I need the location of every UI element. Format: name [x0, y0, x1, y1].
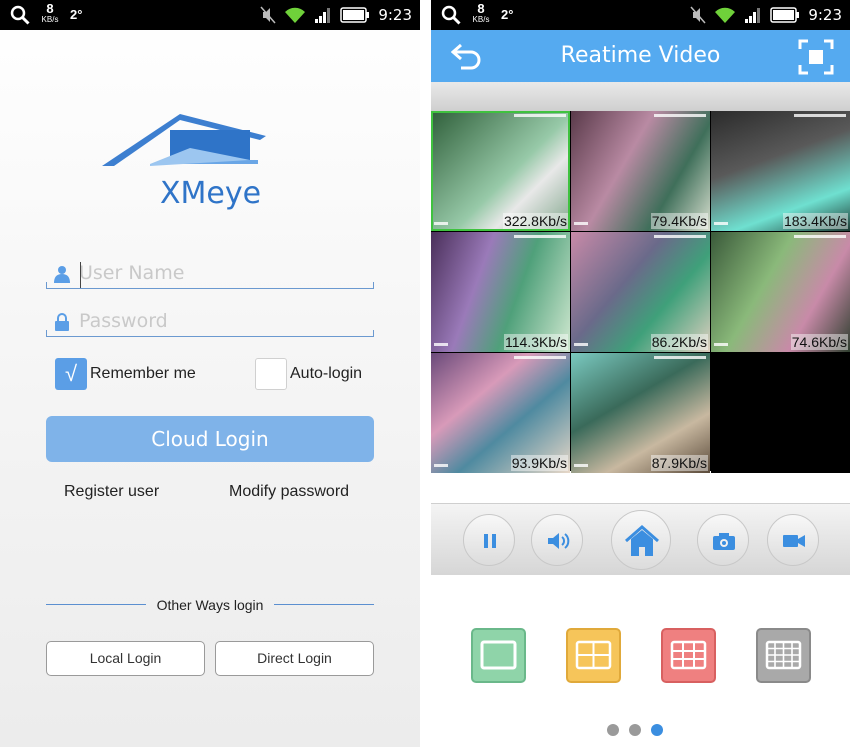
- signal-icon: [745, 8, 761, 23]
- video-channel-4[interactable]: 114.3Kb/s: [431, 232, 570, 352]
- volume-button[interactable]: [531, 514, 583, 566]
- battery-icon: [770, 7, 800, 23]
- mute-icon: [690, 6, 706, 24]
- speed-value: 8: [477, 1, 485, 16]
- quad-view-icon: [575, 640, 612, 670]
- video-channel-3[interactable]: 183.4Kb/s: [711, 111, 850, 231]
- mute-icon: [260, 6, 276, 24]
- video-channel-7[interactable]: 93.9Kb/s: [431, 353, 570, 473]
- speed-value: 8: [46, 1, 54, 16]
- page-dot[interactable]: [629, 724, 641, 736]
- page-title: Reatime Video: [560, 43, 721, 68]
- auto-login-checkbox[interactable]: [255, 358, 287, 390]
- search-icon: [10, 5, 30, 25]
- toolbar-strip: [431, 82, 850, 111]
- video-record-icon: [783, 535, 805, 547]
- home-button[interactable]: [611, 510, 671, 570]
- layout-16-split-button[interactable]: [756, 628, 811, 683]
- video-channel-1[interactable]: 322.8Kb/s: [431, 111, 570, 231]
- house-logo-icon: [102, 114, 266, 166]
- video-channel-5[interactable]: 86.2Kb/s: [571, 232, 710, 352]
- bitrate-label: 93.9Kb/s: [510, 455, 568, 471]
- search-icon: [441, 5, 461, 25]
- other-ways-divider: Other Ways login: [46, 596, 374, 616]
- auto-login-label[interactable]: Auto-login: [290, 365, 362, 383]
- page-indicator: [607, 724, 663, 736]
- page-dot[interactable]: [607, 724, 619, 736]
- bitrate-label: 86.2Kb/s: [650, 334, 708, 350]
- speed-unit: KB/s: [41, 15, 59, 24]
- screen-divider: [420, 0, 431, 747]
- video-channel-2[interactable]: 79.4Kb/s: [571, 111, 710, 231]
- user-icon: [54, 266, 70, 283]
- modify-password-link[interactable]: Modify password: [229, 483, 349, 501]
- signal-icon: [315, 8, 331, 23]
- bitrate-label: 87.9Kb/s: [650, 455, 708, 471]
- status-bar: 8 KB/s 2° 9:23: [431, 0, 850, 30]
- nine-view-icon: [670, 640, 707, 670]
- remember-me-label[interactable]: Remember me: [90, 365, 196, 383]
- home-icon: [625, 525, 659, 556]
- bitrate-label: 183.4Kb/s: [782, 213, 848, 229]
- username-input[interactable]: [79, 261, 369, 285]
- realtime-video-screen: 8 KB/s 2° 9:23 Reatime Video 322.8Kb/s 7…: [431, 0, 850, 747]
- remember-me-checkbox[interactable]: √: [55, 358, 87, 390]
- record-button[interactable]: [767, 514, 819, 566]
- snapshot-button[interactable]: [697, 514, 749, 566]
- battery-icon: [340, 7, 370, 23]
- wifi-icon: [285, 7, 306, 23]
- brand-name: XMeye: [160, 176, 262, 211]
- sixteen-view-icon: [765, 640, 802, 670]
- video-channel-8[interactable]: 87.9Kb/s: [571, 353, 710, 473]
- lock-icon: [55, 313, 69, 331]
- playback-controls: [431, 503, 850, 575]
- cloud-login-button[interactable]: Cloud Login: [46, 416, 374, 462]
- camera-icon: [713, 533, 735, 550]
- video-channel-6[interactable]: 74.6Kb/s: [711, 232, 850, 352]
- password-input[interactable]: [79, 309, 369, 333]
- password-field[interactable]: [46, 307, 374, 337]
- volume-icon: [548, 533, 570, 549]
- temperature: 2°: [501, 7, 514, 22]
- page-dot-active[interactable]: [651, 724, 663, 736]
- bitrate-label: 74.6Kb/s: [790, 334, 848, 350]
- video-channel-empty[interactable]: [711, 353, 850, 473]
- network-speed: 8 KB/s: [38, 2, 62, 25]
- video-header: Reatime Video: [431, 30, 850, 82]
- layout-1-split-button[interactable]: [471, 628, 526, 683]
- status-bar: 8 KB/s 2° 9:23: [0, 0, 420, 30]
- username-field[interactable]: [46, 259, 374, 289]
- wifi-icon: [715, 7, 736, 23]
- clock: 9:23: [808, 6, 842, 24]
- speed-unit: KB/s: [472, 15, 490, 24]
- text-cursor: [80, 262, 81, 288]
- video-grid: 322.8Kb/s 79.4Kb/s 183.4Kb/s 114.3Kb/s 8…: [431, 111, 850, 473]
- network-speed: 8 KB/s: [469, 2, 493, 25]
- temperature: 2°: [70, 7, 83, 22]
- pause-icon: [484, 534, 496, 548]
- bitrate-label: 322.8Kb/s: [502, 213, 568, 229]
- layout-4-split-button[interactable]: [566, 628, 621, 683]
- direct-login-button[interactable]: Direct Login: [215, 641, 374, 676]
- other-ways-label: Other Ways login: [156, 597, 264, 613]
- bitrate-label: 114.3Kb/s: [503, 334, 568, 350]
- bitrate-label: 79.4Kb/s: [650, 213, 708, 229]
- login-screen: 8 KB/s 2° 9:23 XMeye User Name √ Remembe…: [0, 0, 420, 747]
- local-login-button[interactable]: Local Login: [46, 641, 205, 676]
- pause-button[interactable]: [463, 514, 515, 566]
- layout-9-split-button[interactable]: [661, 628, 716, 683]
- clock: 9:23: [378, 6, 412, 24]
- single-view-icon: [480, 640, 517, 670]
- fullscreen-icon[interactable]: [798, 39, 834, 75]
- register-user-link[interactable]: Register user: [64, 483, 159, 501]
